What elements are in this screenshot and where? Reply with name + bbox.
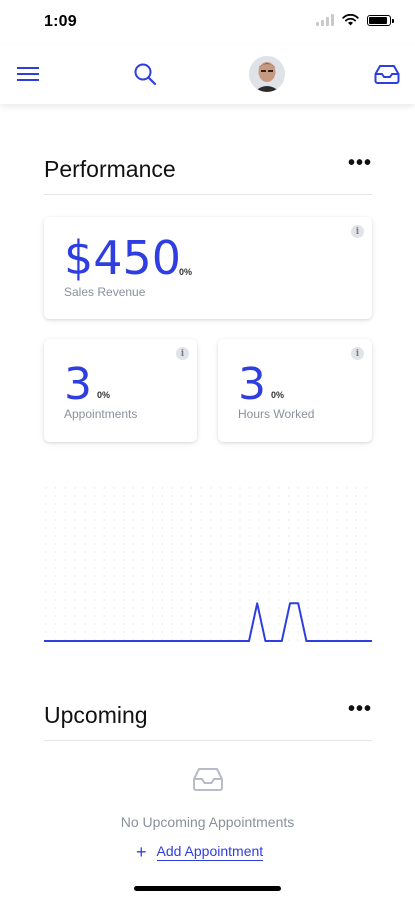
sales-revenue-card[interactable]: i $450 0% Sales Revenue: [44, 217, 372, 319]
performance-header: Performance •••: [44, 148, 372, 195]
no-appointments-text: No Upcoming Appointments: [120, 814, 295, 830]
sales-revenue-label: Sales Revenue: [64, 285, 146, 299]
inbox-icon: [193, 768, 223, 791]
menu-button[interactable]: [12, 58, 44, 90]
info-icon[interactable]: i: [176, 347, 189, 360]
add-appointment-link[interactable]: + Add Appointment: [136, 842, 264, 862]
wifi-icon: [342, 14, 359, 26]
info-icon[interactable]: i: [351, 225, 364, 238]
info-icon[interactable]: i: [351, 347, 364, 360]
add-appointment-label: Add Appointment: [156, 843, 264, 861]
top-nav: [0, 44, 415, 104]
hours-worked-value: 3: [238, 359, 266, 410]
avatar-photo: [249, 56, 285, 92]
sales-revenue-value: $450: [64, 231, 182, 285]
chart-grid: [45, 487, 367, 641]
cellular-signal-icon: [316, 14, 334, 26]
hours-worked-label: Hours Worked: [238, 407, 315, 421]
upcoming-header: Upcoming •••: [44, 694, 372, 741]
inbox-icon: [374, 65, 400, 84]
chart-series-line: [44, 602, 372, 642]
status-icons: [316, 14, 394, 26]
search-button[interactable]: [129, 58, 161, 90]
search-icon: [134, 63, 157, 86]
plus-icon: +: [136, 842, 147, 862]
performance-title: Performance: [44, 156, 176, 182]
upcoming-title: Upcoming: [44, 702, 148, 728]
hours-worked-card[interactable]: i 3 0% Hours Worked: [218, 339, 372, 442]
performance-chart: [43, 486, 373, 646]
status-time: 1:09: [44, 13, 77, 30]
appointments-card[interactable]: i 3 0% Appointments: [44, 339, 197, 442]
user-avatar[interactable]: [249, 56, 285, 92]
appointments-value: 3: [64, 359, 92, 410]
performance-more-button[interactable]: •••: [348, 153, 372, 173]
upcoming-more-button[interactable]: •••: [348, 699, 372, 719]
inbox-button[interactable]: [371, 58, 403, 90]
status-bar: 1:09: [0, 0, 415, 44]
appointments-change: 0%: [97, 390, 111, 400]
performance-chart-svg: [43, 487, 373, 642]
home-indicator: [134, 886, 281, 891]
appointments-label: Appointments: [64, 407, 138, 421]
battery-icon: [367, 14, 394, 26]
hamburger-icon: [17, 67, 39, 81]
sales-revenue-change: 0%: [179, 267, 193, 277]
hours-worked-change: 0%: [271, 390, 285, 400]
